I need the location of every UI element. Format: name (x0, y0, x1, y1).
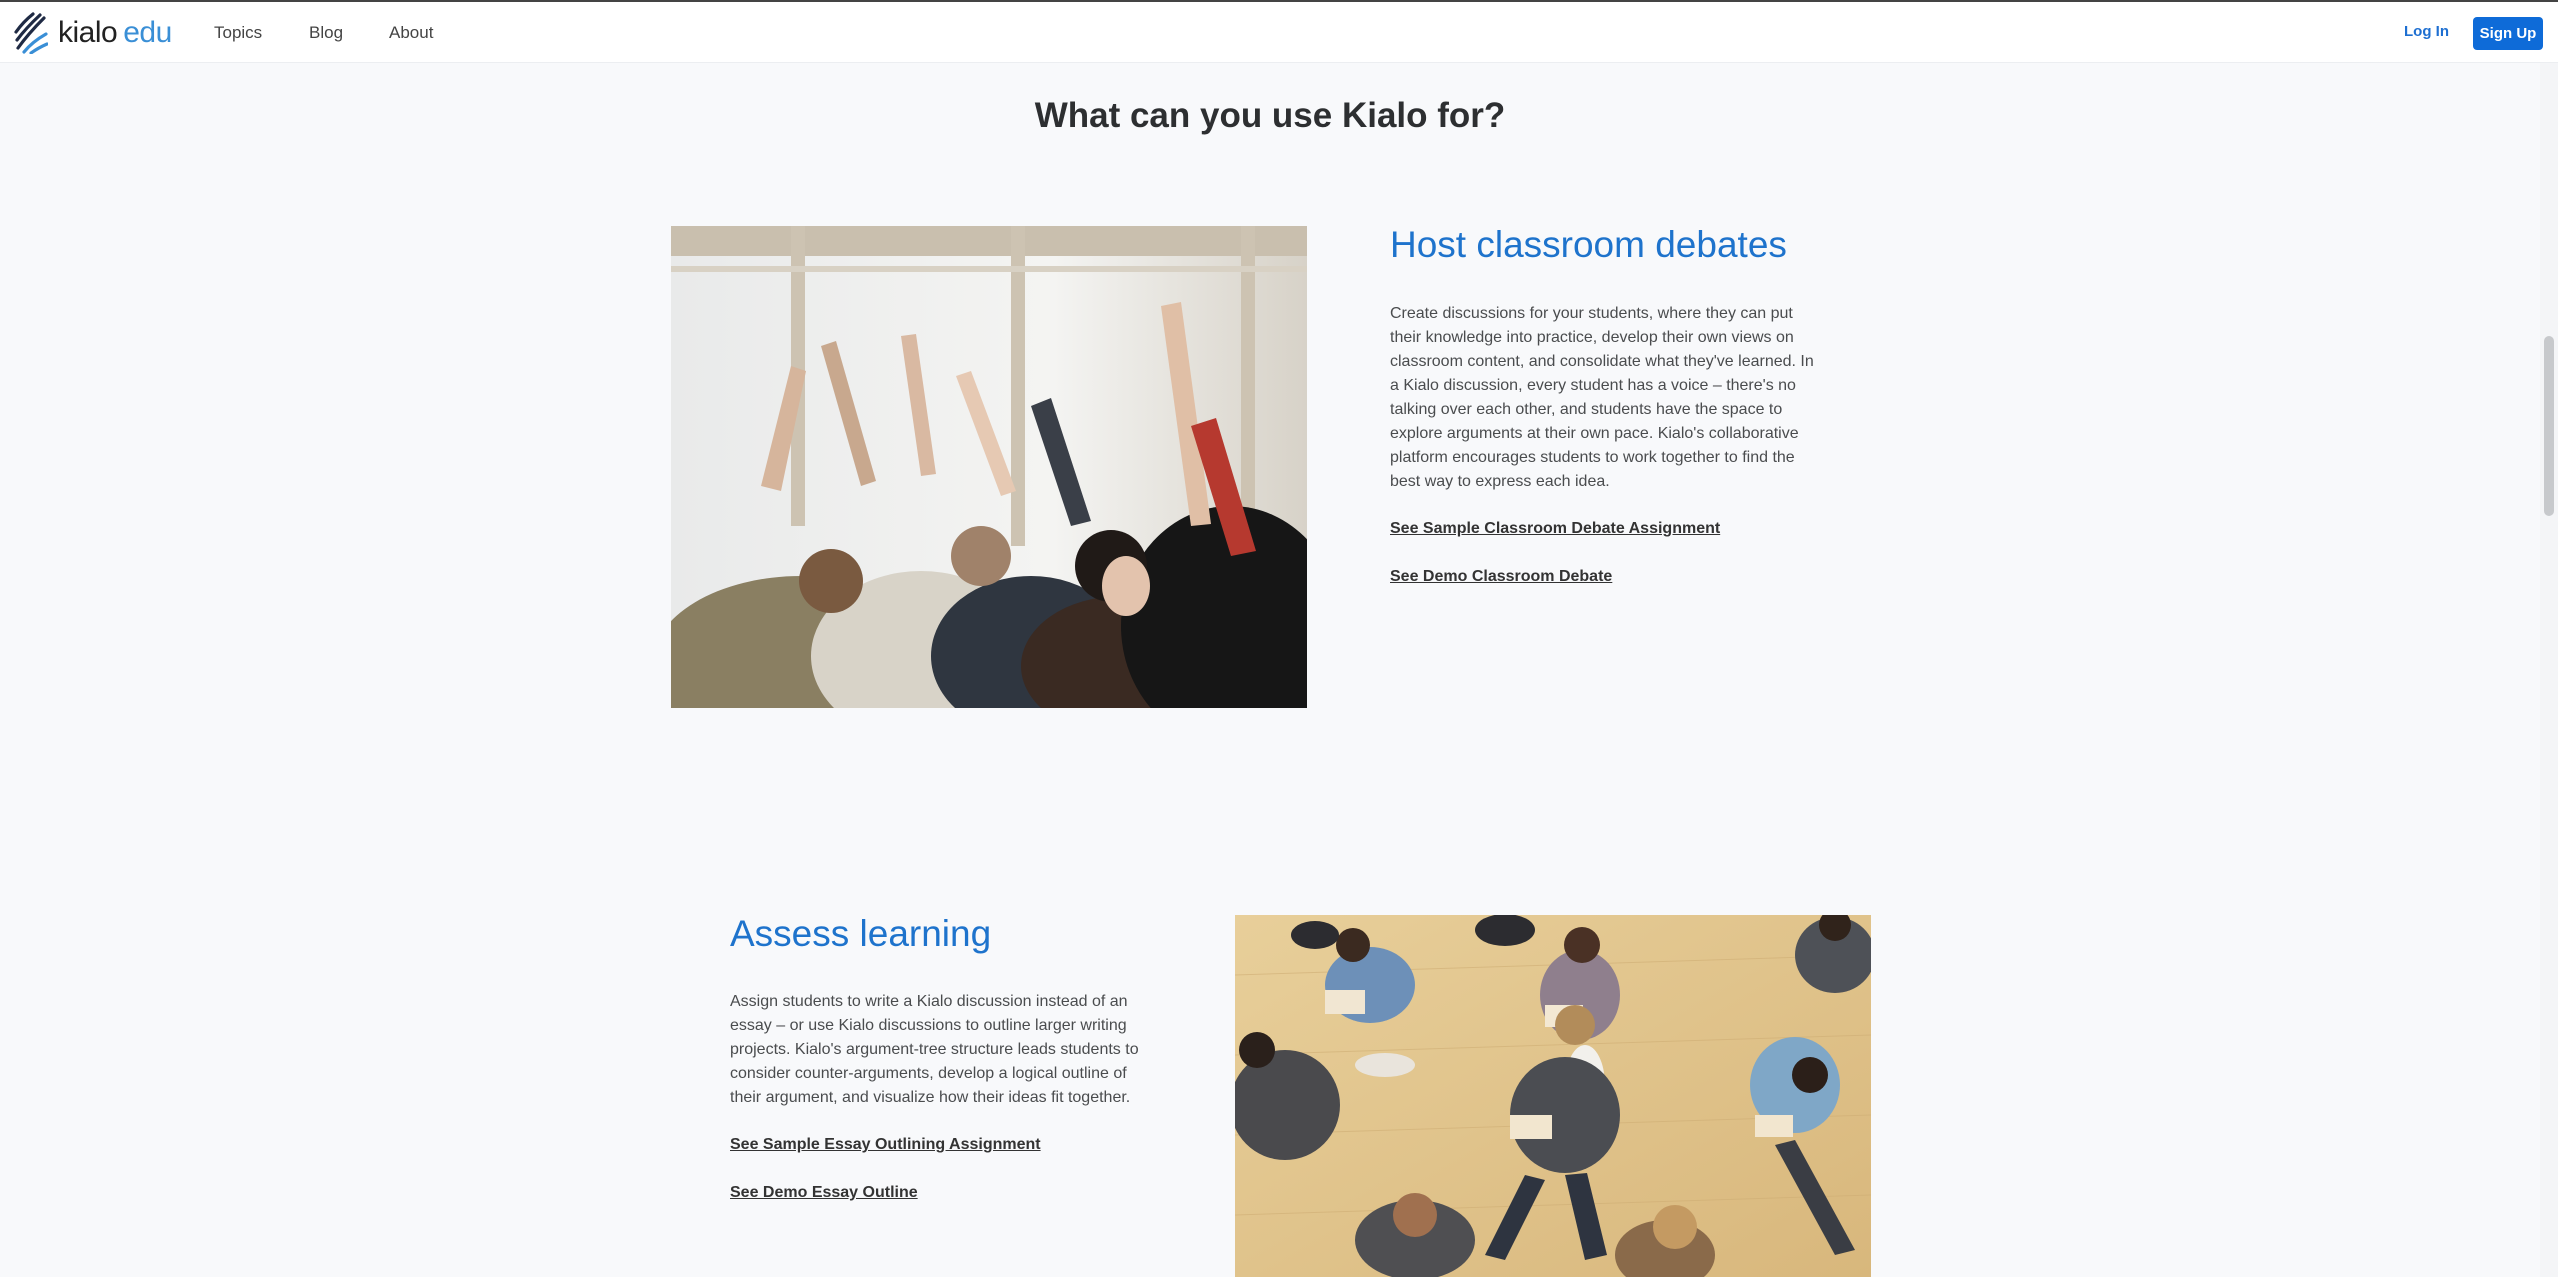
scrollbar-track[interactable] (2540, 63, 2558, 1277)
demo-classroom-debate-link[interactable]: See Demo Classroom Debate (1390, 568, 1612, 586)
students-writing-exam-image (1235, 915, 1871, 1277)
kialo-edu-logo[interactable]: kialo edu (14, 12, 172, 54)
login-link[interactable]: Log In (2404, 23, 2449, 40)
nav-link-blog[interactable]: Blog (309, 23, 343, 43)
scrollbar-thumb[interactable] (2544, 336, 2554, 516)
raised-hands-classroom-image (671, 226, 1307, 708)
feature-description-assess-learning: Assign students to write a Kialo discuss… (730, 993, 1139, 1106)
demo-essay-outline-link[interactable]: See Demo Essay Outline (730, 1184, 918, 1202)
logo-text-kialo: kialo (58, 16, 118, 49)
feature-title-host-debates: Host classroom debates (1390, 224, 1787, 265)
section-heading: What can you use Kialo for? (1034, 96, 1506, 135)
nav-link-topics[interactable]: Topics (214, 23, 262, 43)
kialo-logo-icon (14, 12, 48, 54)
feature-description-host-debates: Create discussions for your students, wh… (1390, 305, 1814, 490)
nav-link-about[interactable]: About (389, 23, 433, 43)
feature-title-assess-learning: Assess learning (730, 913, 992, 954)
sample-essay-outlining-assignment-link[interactable]: See Sample Essay Outlining Assignment (730, 1136, 1041, 1154)
logo-text-edu: edu (123, 16, 172, 49)
top-navigation: kialo edu Topics Blog About Log In Sign … (0, 0, 2558, 63)
signup-button[interactable]: Sign Up (2473, 17, 2543, 50)
sample-classroom-debate-assignment-link[interactable]: See Sample Classroom Debate Assignment (1390, 520, 1720, 538)
